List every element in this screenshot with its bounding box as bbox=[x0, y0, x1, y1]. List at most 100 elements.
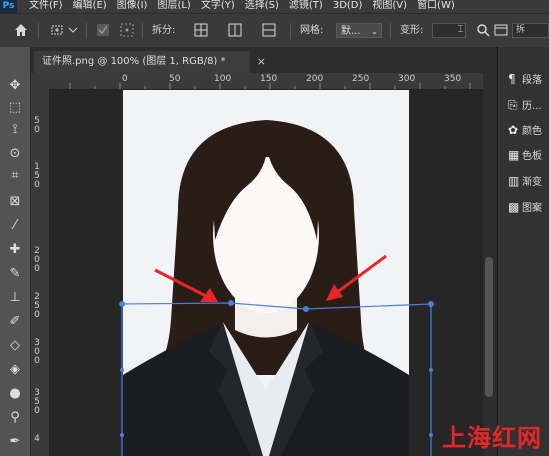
separator bbox=[38, 23, 39, 39]
menu-3d[interactable]: 3D(D) bbox=[328, 0, 368, 13]
menu-type[interactable]: 文字(Y) bbox=[196, 0, 240, 13]
menu-bar: Ps 文件(F) 编辑(E) 图像(I) 图层(L) 文字(Y) 选择(S) 滤… bbox=[0, 0, 549, 13]
menu-file[interactable]: 文件(F) bbox=[24, 0, 68, 13]
close-icon[interactable]: × bbox=[257, 51, 266, 73]
warp-handle[interactable] bbox=[120, 368, 124, 372]
search-icon[interactable] bbox=[476, 23, 490, 37]
home-icon[interactable] bbox=[14, 23, 28, 37]
panel-label: 段落 bbox=[522, 75, 542, 86]
split-cross-icon[interactable] bbox=[194, 23, 208, 37]
history-icon: ⎘ bbox=[508, 98, 518, 112]
history-brush-tool-icon[interactable]: ✐ bbox=[6, 313, 24, 331]
checkbox-icon[interactable] bbox=[96, 23, 110, 37]
marquee-tool-icon[interactable]: ⬚ bbox=[6, 99, 24, 117]
menu-items: 文件(F) 编辑(E) 图像(I) 图层(L) 文字(Y) 选择(S) 滤镜(T… bbox=[24, 0, 460, 13]
chevron-down-icon[interactable] bbox=[66, 23, 80, 37]
menu-filter[interactable]: 滤镜(T) bbox=[284, 0, 328, 13]
quick-select-tool-icon[interactable]: ⊙ bbox=[6, 145, 24, 163]
eraser-tool-icon[interactable]: ◇ bbox=[6, 337, 24, 355]
ruler-label: 0 bbox=[122, 74, 128, 84]
warp-handle[interactable] bbox=[429, 368, 433, 372]
split-vertical-icon[interactable] bbox=[228, 23, 242, 37]
warp-handle[interactable] bbox=[228, 300, 234, 306]
grid-label: 网格: bbox=[300, 25, 324, 36]
ruler-label: 0 bbox=[34, 356, 40, 366]
ruler-label: 350 bbox=[444, 74, 462, 84]
warp-grid-overlay[interactable] bbox=[50, 90, 483, 456]
warp-input[interactable]: ⌶ bbox=[432, 23, 466, 38]
separator bbox=[86, 23, 87, 39]
red-arrow-left bbox=[154, 268, 218, 302]
grid-points-icon[interactable] bbox=[120, 23, 134, 37]
menu-view[interactable]: 视图(V) bbox=[367, 0, 412, 13]
gradient-icon: ▥ bbox=[508, 174, 520, 188]
ruler-label: 0 bbox=[34, 125, 40, 135]
document-tab[interactable]: 证件照.png @ 100% (图层 1, RGB/8) * × bbox=[34, 51, 266, 73]
transform-icon[interactable] bbox=[50, 23, 64, 37]
grid-dropdown-value: 默... bbox=[341, 26, 361, 37]
photoshop-logo: Ps bbox=[0, 0, 17, 13]
warp-handle[interactable] bbox=[120, 433, 124, 437]
panel-label: 图案 bbox=[522, 203, 542, 214]
frame-tool-icon[interactable]: ⊠ bbox=[6, 193, 24, 211]
panel-gradients[interactable]: ▥ 渐变 bbox=[508, 171, 542, 191]
watermark: 上海红网 bbox=[442, 424, 542, 452]
stamp-tool-icon[interactable]: ⊥ bbox=[6, 289, 24, 307]
chevron-down-icon: ⌄ bbox=[371, 27, 378, 36]
panel-paragraph[interactable]: ¶ 段落 bbox=[508, 69, 542, 89]
paint-bucket-tool-icon[interactable]: ◈ bbox=[6, 361, 24, 379]
vertical-scrollbar[interactable] bbox=[483, 47, 496, 456]
warp-handle[interactable] bbox=[428, 301, 434, 307]
panel-color[interactable]: ✿ 颜色 bbox=[508, 120, 542, 140]
ruler-label: 0 bbox=[34, 406, 40, 416]
menu-layer[interactable]: 图层(L) bbox=[152, 0, 195, 13]
expand-field[interactable]: 拆 bbox=[512, 23, 549, 38]
menu-image[interactable]: 图像(I) bbox=[112, 0, 153, 13]
split-horizontal-icon[interactable] bbox=[262, 23, 276, 37]
palette-icon: ✿ bbox=[508, 123, 519, 137]
vertical-ruler[interactable]: 5 0 1 5 0 2 0 0 2 5 0 3 0 0 3 5 0 4 bbox=[31, 89, 50, 456]
panel-swatches[interactable]: ▦ 色板 bbox=[508, 145, 542, 165]
red-arrow-right bbox=[326, 254, 387, 301]
ruler-label: 0 bbox=[34, 180, 40, 190]
panel-dock: ¶ 段落 ⎘ 历... ✿ 颜色 ▦ 色板 ▥ 渐变 ▩ 图案 bbox=[497, 47, 549, 456]
workspace-icon[interactable] bbox=[494, 23, 508, 37]
ruler-label: 0 bbox=[34, 310, 40, 320]
patterns-icon: ▩ bbox=[508, 200, 520, 214]
panel-label: 颜色 bbox=[522, 126, 542, 137]
dodge-tool-icon[interactable]: ⚲ bbox=[6, 409, 24, 427]
horizontal-ruler[interactable]: 0 50 100 150 200 250 300 350 bbox=[49, 73, 483, 90]
brush-tool-icon[interactable]: ✎ bbox=[6, 265, 24, 283]
grid-dropdown[interactable]: 默... ⌄ bbox=[336, 23, 382, 38]
warp-handle[interactable] bbox=[429, 433, 433, 437]
document-title: 证件照.png @ 100% (图层 1, RGB/8) * bbox=[42, 56, 226, 67]
separator bbox=[290, 23, 291, 39]
canvas-area[interactable] bbox=[50, 90, 483, 456]
menu-edit[interactable]: 编辑(E) bbox=[68, 0, 112, 13]
crop-tool-icon[interactable]: ⌗ bbox=[6, 167, 24, 185]
toolbox: ✥ ⬚ ⟟ ⊙ ⌗ ⊠ ⁄ ✚ ✎ ⊥ ✐ ◇ ◈ ● ⚲ ✒ bbox=[0, 47, 31, 456]
ruler-label: 250 bbox=[352, 74, 370, 84]
lasso-tool-icon[interactable]: ⟟ bbox=[6, 121, 24, 139]
swatches-icon: ▦ bbox=[508, 148, 520, 162]
eyedropper-tool-icon[interactable]: ⁄ bbox=[6, 217, 24, 235]
expand-label: 拆 bbox=[516, 25, 526, 35]
warp-handle[interactable] bbox=[119, 301, 125, 307]
blur-tool-icon[interactable]: ● bbox=[6, 385, 24, 403]
menu-select[interactable]: 选择(S) bbox=[240, 0, 284, 13]
ruler-label: 200 bbox=[306, 74, 324, 84]
scrollbar-thumb[interactable] bbox=[485, 257, 493, 397]
pen-tool-icon[interactable]: ✒ bbox=[6, 433, 24, 451]
options-bar: 拆分: 网格: 默... ⌄ 变形: ⌶ 拆 bbox=[0, 13, 549, 48]
move-tool-icon[interactable]: ✥ bbox=[6, 77, 24, 95]
separator bbox=[142, 23, 143, 39]
document-tab-bar: 证件照.png @ 100% (图层 1, RGB/8) * × bbox=[31, 47, 483, 73]
ruler-label: 50 bbox=[169, 74, 181, 84]
ruler-label: 0 bbox=[34, 264, 40, 274]
healing-tool-icon[interactable]: ✚ bbox=[6, 241, 24, 259]
menu-window[interactable]: 窗口(W) bbox=[412, 0, 460, 13]
warp-handle[interactable] bbox=[303, 306, 309, 312]
panel-history[interactable]: ⎘ 历... bbox=[508, 95, 542, 115]
paragraph-icon: ¶ bbox=[508, 72, 516, 86]
panel-patterns[interactable]: ▩ 图案 bbox=[508, 197, 542, 217]
